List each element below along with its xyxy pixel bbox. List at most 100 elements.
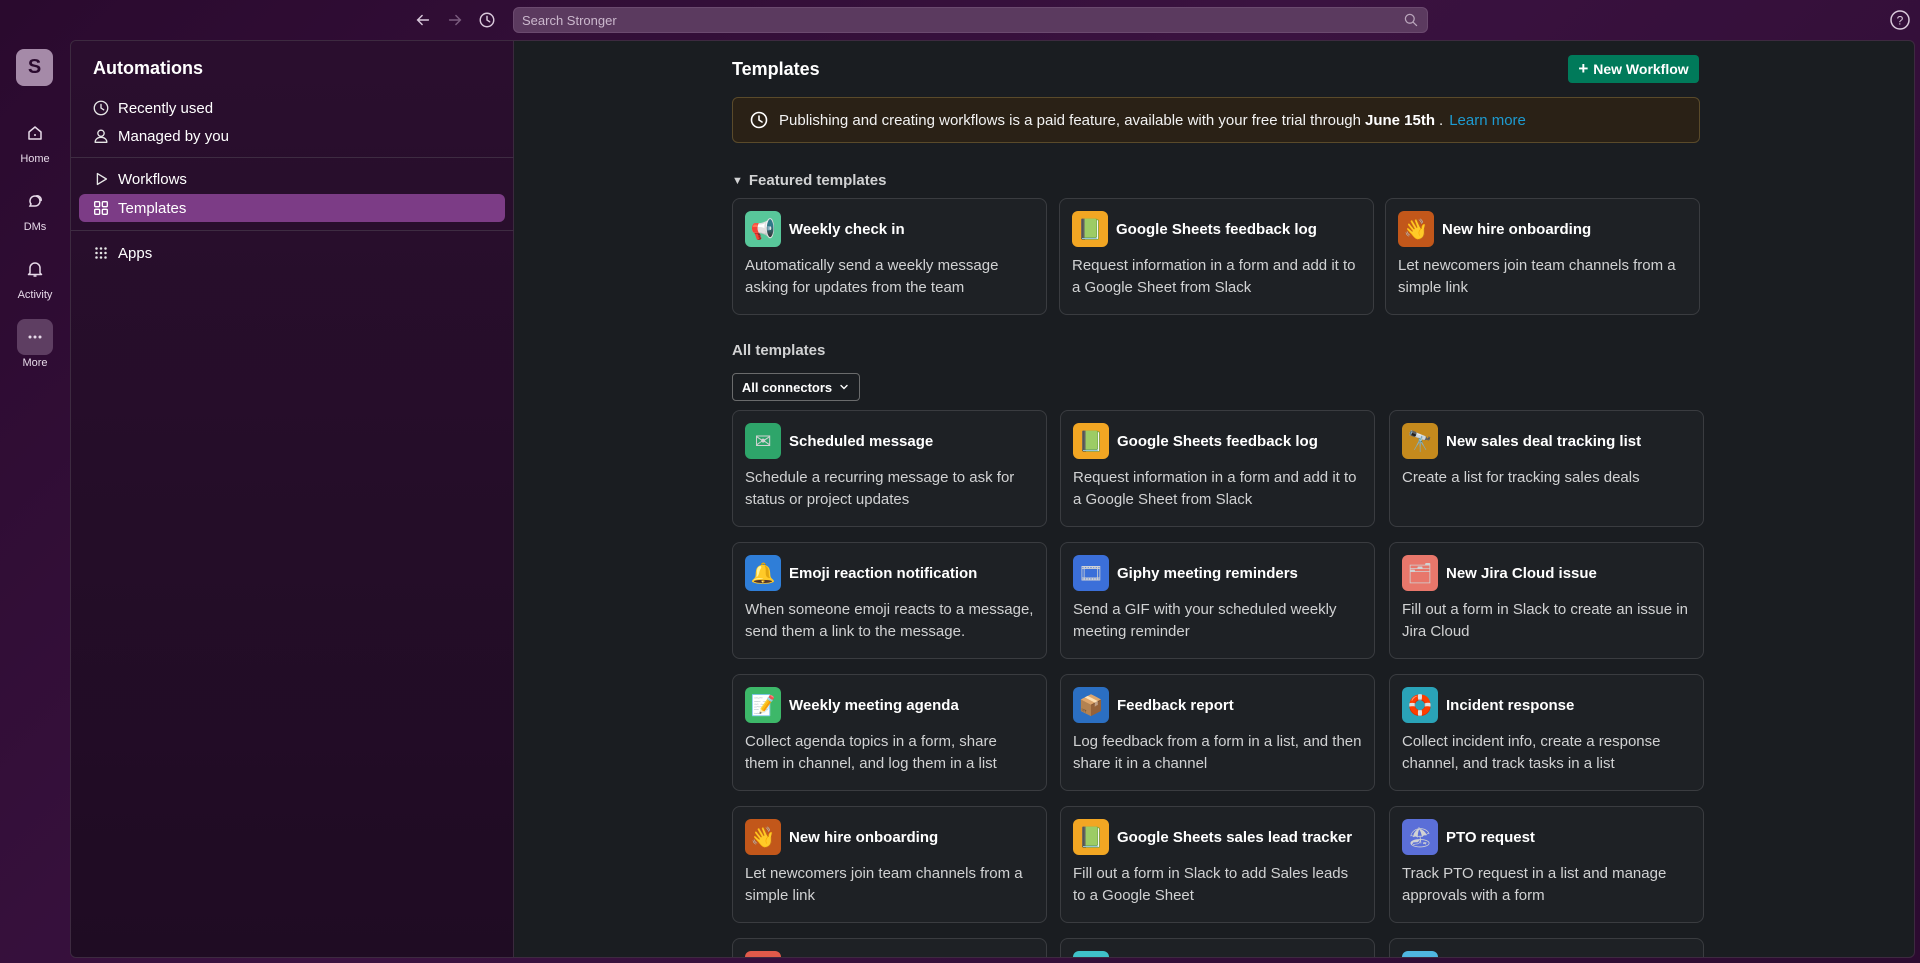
template-description: Track PTO request in a list and manage a…	[1402, 865, 1667, 904]
template-card-header: 👋 New hire onboarding	[745, 819, 1034, 855]
main-frame: Automations Recently used Managed by you…	[70, 40, 1915, 958]
template-card[interactable]: 📗 Google Sheets sales lead tracker Fill ou…	[1060, 806, 1375, 923]
connectors-dropdown[interactable]: All connectors	[732, 373, 860, 401]
template-card[interactable]: ✉ Scheduled message Schedule a recurring m…	[732, 410, 1047, 527]
clock-icon	[93, 100, 109, 116]
template-card-header: 📗 Google Sheets feedback log	[1072, 211, 1361, 247]
template-card-header: 📢 Weekly check in	[745, 211, 1034, 247]
sidebar-divider	[71, 157, 514, 158]
sheets-icon: 📗	[1073, 819, 1109, 855]
trial-banner: Publishing and creating workflows is a p…	[732, 97, 1700, 143]
search-input[interactable]	[522, 12, 1403, 28]
sidebar-item-managed-by-you[interactable]: Managed by you	[79, 122, 505, 150]
template-title: Google Sheets feedback log	[1116, 220, 1317, 238]
template-title: Weekly check in	[789, 220, 905, 238]
sidebar-item-label: Managed by you	[118, 127, 229, 145]
template-card-header: 📦 Feedback report	[1073, 687, 1362, 723]
person-icon	[94, 129, 108, 143]
forward-button[interactable]	[443, 8, 467, 32]
template-title: Weekly meeting agenda	[789, 696, 959, 714]
template-description: Request information in a form and add it…	[1073, 469, 1357, 508]
caret-down-icon: ▼	[732, 174, 743, 187]
template-card-header: 🎞 Giphy meeting reminders	[1073, 555, 1362, 591]
back-button[interactable]	[411, 8, 435, 32]
template-title: Google Sheets sales lead tracker	[1117, 828, 1353, 846]
rail-item-home[interactable]: Home	[0, 115, 70, 165]
rail-label: More	[22, 357, 48, 369]
template-icon	[745, 951, 781, 957]
new-workflow-button[interactable]: + New Workflow	[1568, 55, 1699, 83]
banner-date: June 15th	[1364, 111, 1436, 129]
rail-item-more[interactable]: More	[0, 319, 70, 369]
template-description: Log feedback from a form in a list, and …	[1073, 733, 1362, 772]
template-card[interactable]: 🏖 PTO request Track PTO request in a list …	[1389, 806, 1704, 923]
help-icon[interactable]: ?	[1889, 9, 1911, 31]
section-heading: Featured templates	[748, 172, 887, 189]
arrow-left-icon	[416, 14, 430, 26]
rail-item-dms[interactable]: DMs	[0, 183, 70, 233]
template-title: Feedback report	[1117, 696, 1234, 714]
search-bar[interactable]	[513, 7, 1428, 33]
template-card-header: 🗂 New Jira Cloud issue	[1402, 555, 1691, 591]
template-description: Let newcomers join team channels from a …	[1398, 257, 1676, 296]
sidebar-item-label: Workflows	[118, 170, 187, 188]
template-title: Google Sheets feedback log	[1117, 432, 1318, 450]
template-description: Automatically send a weekly message aski…	[745, 257, 999, 296]
template-card[interactable]: 📝 Weekly meeting agenda Collect agenda top…	[732, 674, 1047, 791]
automations-sidebar: Automations Recently used Managed by you…	[71, 41, 514, 957]
arrow-right-icon	[448, 14, 462, 26]
template-card[interactable]	[732, 938, 1047, 957]
chevron-down-icon	[840, 384, 848, 390]
sidebar-item-apps[interactable]: Apps	[79, 239, 505, 267]
template-card[interactable]: 🔔 Emoji reaction notification When someone…	[732, 542, 1047, 659]
template-card[interactable]: 📗 Google Sheets feedback log Request infor…	[1060, 410, 1375, 527]
sidebar-item-label: Templates	[118, 199, 187, 217]
template-card[interactable]: 📗 Google Sheets feedback log Request infor…	[1059, 198, 1374, 315]
rail-item-activity[interactable]: Activity	[0, 251, 70, 301]
template-card-header: 🔔 Emoji reaction notification	[745, 555, 1034, 591]
templates-content: Templates + New Workflow Publishing and …	[514, 41, 1914, 957]
dms-icon	[17, 183, 53, 219]
megaphone-icon: 📢	[745, 211, 781, 247]
sidebar-item-label: Recently used	[118, 99, 214, 117]
template-card[interactable]: 👋 New hire onboarding Let newcomers join t…	[732, 806, 1047, 923]
history-icon	[479, 12, 495, 28]
template-title: New hire onboarding	[1442, 220, 1592, 238]
giphy-icon: 🎞	[1073, 555, 1109, 591]
history-button[interactable]	[475, 8, 499, 32]
template-title: PTO request	[1446, 828, 1535, 846]
template-card[interactable]: 👋 New hire onboarding Let newcomers join t…	[1385, 198, 1700, 315]
template-title: New Jira Cloud issue	[1446, 564, 1597, 582]
template-card[interactable]: 🎞 Giphy meeting reminders Send a GIF with …	[1060, 542, 1375, 659]
template-description: Schedule a recurring message to ask for …	[745, 469, 1015, 508]
plus-icon: +	[1578, 59, 1589, 78]
template-title: Giphy meeting reminders	[1117, 564, 1298, 582]
template-card[interactable]: 📦 Feedback report Log feedback from a form…	[1060, 674, 1375, 791]
template-card[interactable]: 🔭 New sales deal tracking list Create a li…	[1389, 410, 1704, 527]
template-description: Collect agenda topics in a form, share t…	[745, 733, 997, 772]
template-card[interactable]: 🛟 Incident response Collect incident info,…	[1389, 674, 1704, 791]
sidebar-item-templates[interactable]: Templates	[79, 194, 505, 222]
agenda-icon: 📝	[745, 687, 781, 723]
rail-label: DMs	[23, 221, 47, 233]
template-card-header: 🔭 New sales deal tracking list	[1402, 423, 1691, 459]
template-card[interactable]	[1389, 938, 1704, 957]
sidebar-title: Automations	[93, 58, 203, 78]
template-card[interactable]: 🗂 New Jira Cloud issue Fill out a form in …	[1389, 542, 1704, 659]
template-card-header: 📗 Google Sheets feedback log	[1073, 423, 1362, 459]
clock-icon	[750, 111, 768, 129]
template-card[interactable]	[1060, 938, 1375, 957]
template-card-header: 🛟 Incident response	[1402, 687, 1691, 723]
template-title: Incident response	[1446, 696, 1575, 714]
learn-more-link[interactable]: Learn more	[1449, 112, 1526, 129]
left-rail: S Home DMs Activity More	[0, 40, 70, 963]
workspace-avatar[interactable]: S	[16, 49, 53, 86]
template-card[interactable]: 📢 Weekly check in Automatically send a wee…	[732, 198, 1047, 315]
ellipsis-icon	[17, 319, 53, 355]
wave-icon: 👋	[745, 819, 781, 855]
telescope-icon: 🔭	[1402, 423, 1438, 459]
bell-icon: 🔔	[745, 555, 781, 591]
sidebar-item-workflows[interactable]: Workflows	[79, 165, 505, 193]
sidebar-item-recently-used[interactable]: Recently used	[79, 94, 505, 122]
featured-templates-toggle[interactable]: ▼ Featured templates	[732, 172, 886, 189]
